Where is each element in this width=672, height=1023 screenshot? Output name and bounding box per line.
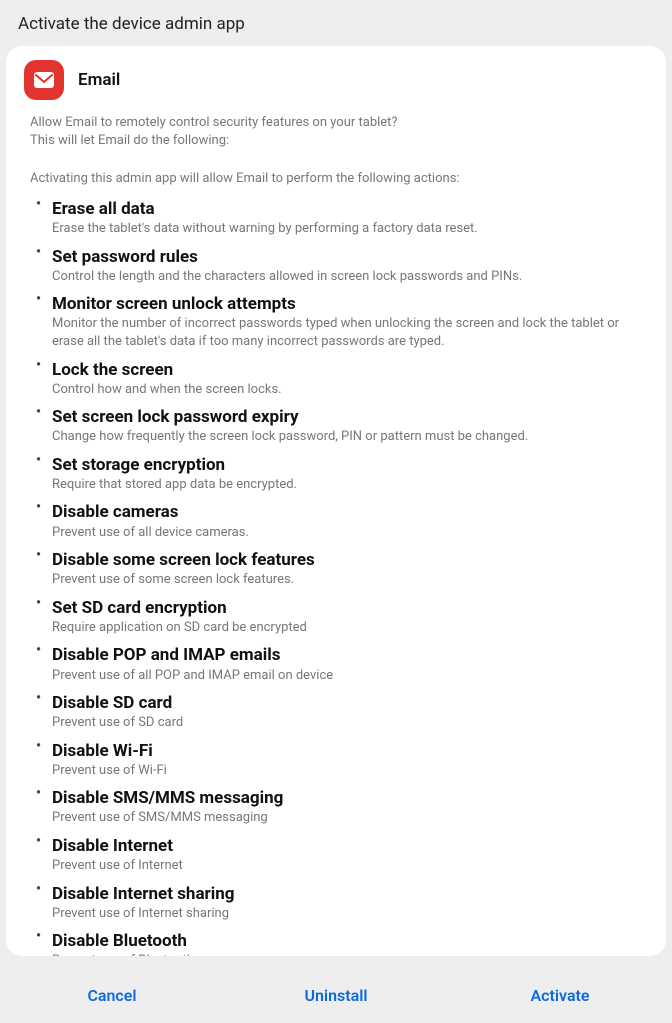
- perform-line: Activating this admin app will allow Ema…: [6, 151, 666, 194]
- permission-title: Set screen lock password expiry: [52, 406, 642, 428]
- permission-title: Disable Bluetooth: [52, 930, 642, 952]
- permission-description: Prevent use of Bluetooth: [52, 952, 642, 956]
- content-card: Email Allow Email to remotely control se…: [6, 46, 666, 956]
- permission-title: Disable Internet sharing: [52, 883, 642, 905]
- permission-item: Disable some screen lock featuresPrevent…: [30, 545, 642, 593]
- permission-title: Disable SMS/MMS messaging: [52, 787, 642, 809]
- permission-item: Disable SMS/MMS messagingPrevent use of …: [30, 783, 642, 831]
- permission-item: Set screen lock password expiryChange ho…: [30, 402, 642, 450]
- permission-description: Change how frequently the screen lock pa…: [52, 428, 642, 446]
- permission-title: Disable POP and IMAP emails: [52, 644, 642, 666]
- intro-text: Allow Email to remotely control security…: [6, 108, 666, 151]
- permission-description: Prevent use of Internet: [52, 857, 642, 875]
- permission-item: Set password rulesControl the length and…: [30, 242, 642, 290]
- page-title: Activate the device admin app: [0, 0, 672, 46]
- permission-description: Prevent use of all device cameras.: [52, 524, 642, 542]
- permission-title: Set password rules: [52, 246, 642, 268]
- permission-description: Erase the tablet's data without warning …: [52, 220, 642, 238]
- permission-item: Disable SD cardPrevent use of SD card: [30, 688, 642, 736]
- permission-title: Set SD card encryption: [52, 597, 642, 619]
- permission-title: Lock the screen: [52, 359, 642, 381]
- uninstall-button[interactable]: Uninstall: [224, 967, 448, 1023]
- permission-title: Disable Internet: [52, 835, 642, 857]
- permission-item: Disable InternetPrevent use of Internet: [30, 831, 642, 879]
- permission-item: Disable Wi-FiPrevent use of Wi-Fi: [30, 736, 642, 784]
- permission-item: Lock the screenControl how and when the …: [30, 355, 642, 403]
- permission-description: Prevent use of some screen lock features…: [52, 571, 642, 589]
- app-header: Email: [6, 60, 666, 108]
- permission-description: Prevent use of Wi-Fi: [52, 762, 642, 780]
- permission-item: Monitor screen unlock attemptsMonitor th…: [30, 289, 642, 354]
- permission-title: Monitor screen unlock attempts: [52, 293, 642, 315]
- permission-item: Disable POP and IMAP emailsPrevent use o…: [30, 640, 642, 688]
- permission-title: Set storage encryption: [52, 454, 642, 476]
- permission-description: Control the length and the characters al…: [52, 268, 642, 286]
- permission-description: Monitor the number of incorrect password…: [52, 315, 642, 350]
- intro-line-1: Allow Email to remotely control security…: [30, 114, 642, 132]
- permission-item: Erase all dataErase the tablet's data wi…: [30, 194, 642, 242]
- permission-item: Disable Internet sharingPrevent use of I…: [30, 879, 642, 927]
- permission-description: Prevent use of Internet sharing: [52, 905, 642, 923]
- permission-title: Disable SD card: [52, 692, 642, 714]
- permission-description: Prevent use of SMS/MMS messaging: [52, 809, 642, 827]
- intro-line-2: This will let Email do the following:: [30, 132, 642, 150]
- button-bar: Cancel Uninstall Activate: [0, 967, 672, 1023]
- permission-description: Prevent use of SD card: [52, 714, 642, 732]
- permission-title: Disable Wi-Fi: [52, 740, 642, 762]
- app-name: Email: [78, 70, 120, 90]
- permission-title: Disable some screen lock features: [52, 549, 642, 571]
- permission-item: Set SD card encryptionRequire applicatio…: [30, 593, 642, 641]
- envelope-icon: [33, 71, 55, 89]
- permission-item: Set storage encryptionRequire that store…: [30, 450, 642, 498]
- permission-description: Control how and when the screen locks.: [52, 381, 642, 399]
- permission-description: Prevent use of all POP and IMAP email on…: [52, 667, 642, 685]
- permission-item: Disable BluetoothPrevent use of Bluetoot…: [30, 926, 642, 956]
- permission-list: Erase all dataErase the tablet's data wi…: [6, 194, 666, 956]
- permission-title: Erase all data: [52, 198, 642, 220]
- permission-title: Disable cameras: [52, 501, 642, 523]
- permission-description: Require that stored app data be encrypte…: [52, 476, 642, 494]
- activate-button[interactable]: Activate: [448, 967, 672, 1023]
- permission-description: Require application on SD card be encryp…: [52, 619, 642, 637]
- cancel-button[interactable]: Cancel: [0, 967, 224, 1023]
- permission-item: Disable camerasPrevent use of all device…: [30, 497, 642, 545]
- email-app-icon: [24, 60, 64, 100]
